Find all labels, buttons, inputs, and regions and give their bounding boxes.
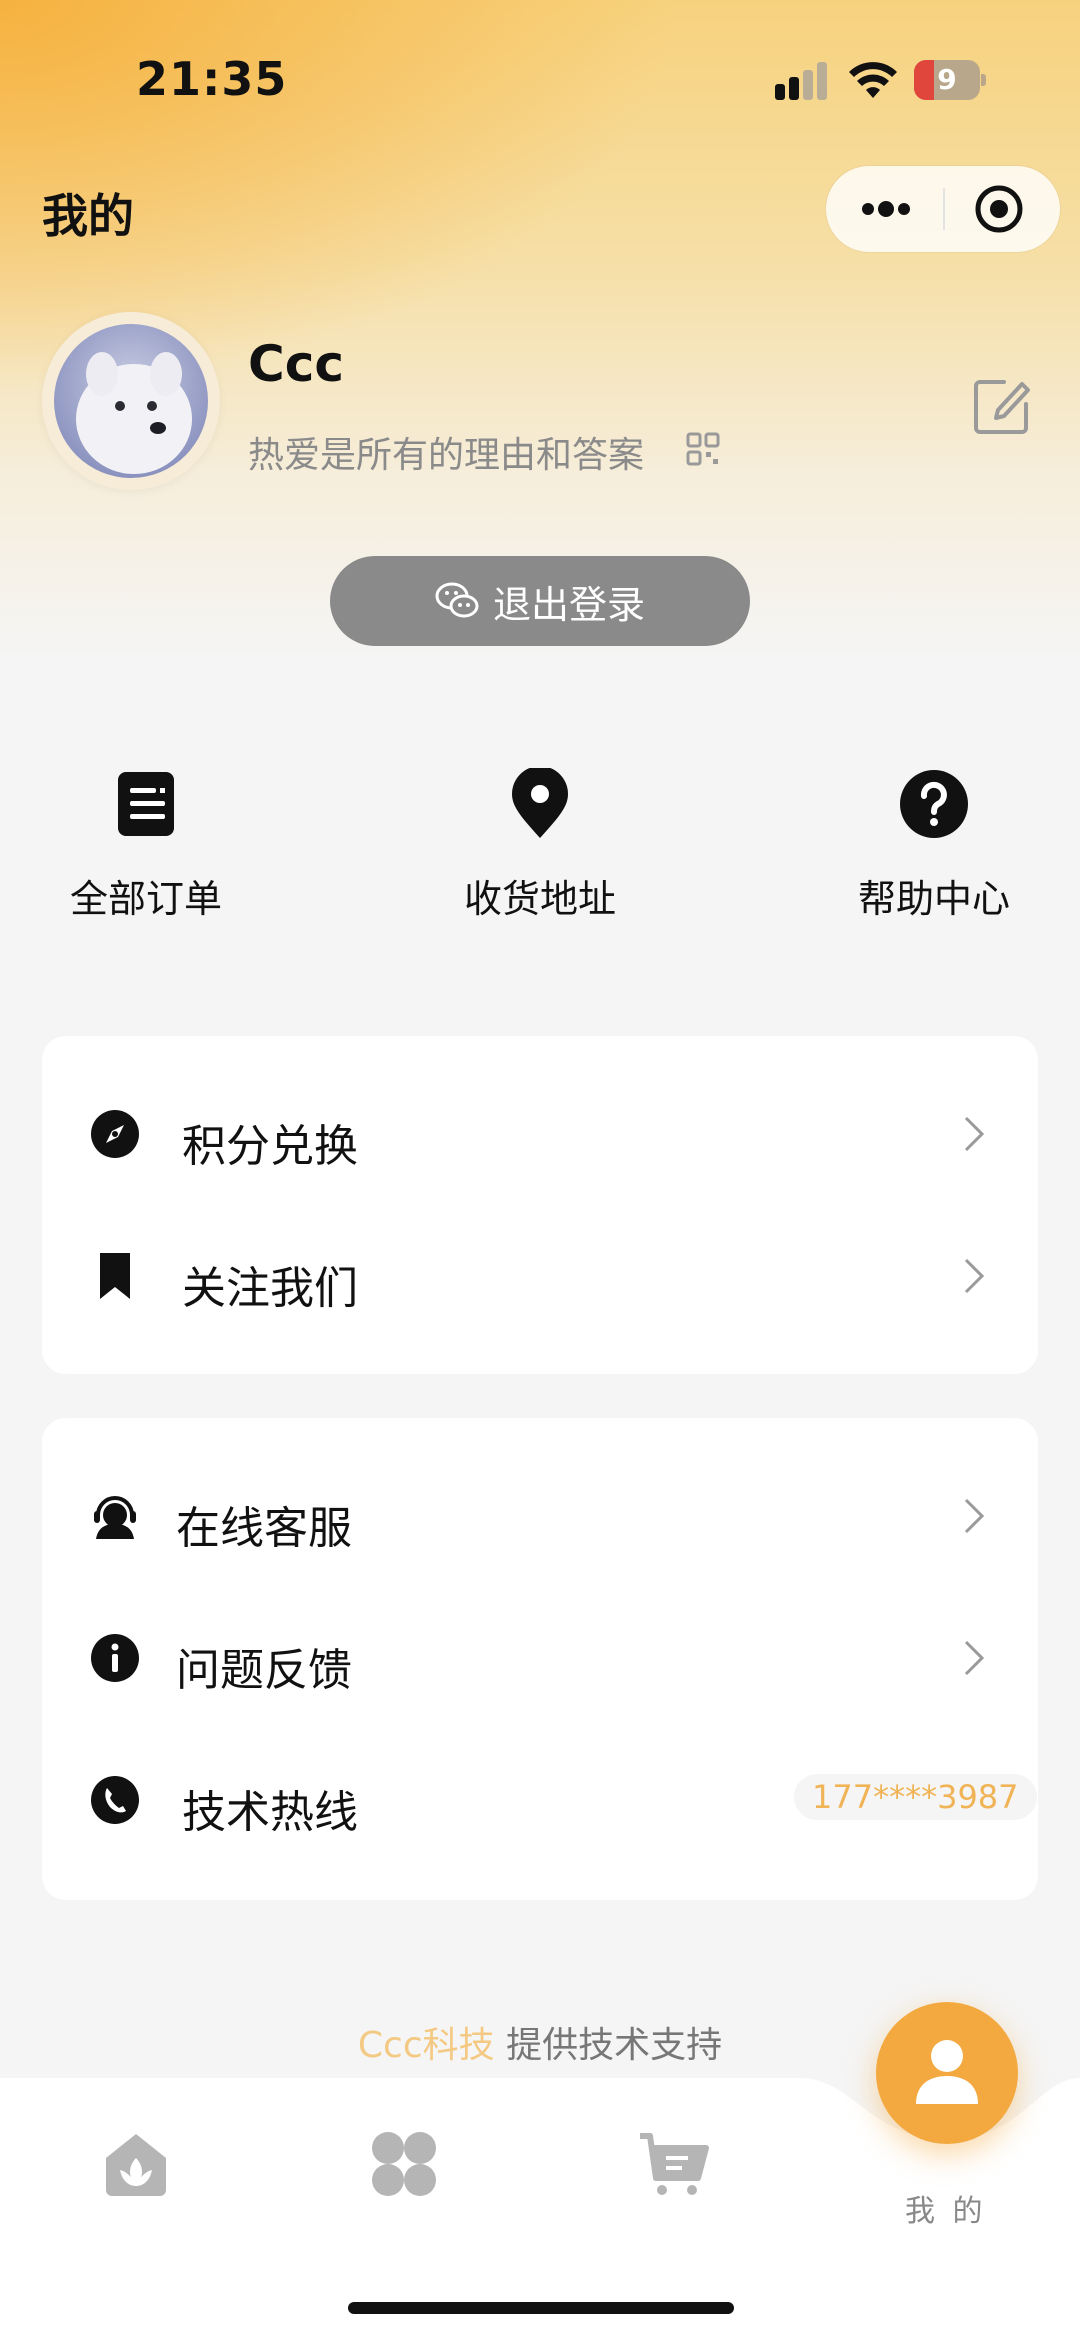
brand-name: Ccc科技 [357,2025,495,2066]
username: Ccc [248,335,344,393]
mini-program-capsule [826,166,1060,252]
quick-link-address[interactable]: 收货地址 [420,766,660,923]
quick-link-help[interactable]: 帮助中心 [814,768,1054,923]
location-pin-icon [512,766,568,838]
hotline-number[interactable]: 177****3987 [794,1774,1037,1820]
cart-icon[interactable] [638,2128,710,2200]
chevron-right-icon [964,1258,985,1294]
home-indicator [348,2302,734,2314]
bookmark-icon [100,1253,130,1299]
qr-code-icon[interactable] [686,432,720,466]
wifi-icon [849,62,897,98]
wechat-icon [435,582,479,618]
menu-item-label: 问题反馈 [176,1645,352,1696]
signal-icon [775,62,827,100]
logout-label: 退出登录 [492,582,645,627]
menu-card-1: 积分兑换 关注我们 [42,1036,1038,1374]
logout-button[interactable]: 退出登录 [330,556,750,646]
categories-icon[interactable] [368,2128,440,2200]
capsule-divider [943,188,945,230]
menu-item-online-service[interactable]: 在线客服 [42,1446,1038,1586]
compass-icon [91,1110,139,1158]
menu-card-2: 在线客服 问题反馈 技术热线 177****3987 [42,1418,1038,1900]
quick-link-label: 全部订单 [69,877,222,921]
edit-profile-icon[interactable] [970,374,1034,438]
status-time: 21:35 [136,52,288,106]
user-icon [916,2040,978,2104]
chevron-right-icon [964,1640,985,1676]
menu-item-label: 技术热线 [182,1787,358,1838]
battery-indicator: 9 [914,60,986,100]
customer-service-icon [94,1496,136,1539]
menu-item-label: 积分兑换 [182,1121,358,1172]
phone-icon [91,1776,139,1824]
chevron-right-icon [964,1116,985,1152]
support-text: 提供技术支持 [494,2025,723,2066]
info-icon [91,1634,139,1682]
menu-item-follow-us[interactable]: 关注我们 [42,1206,1038,1346]
quick-link-label: 收货地址 [463,877,616,921]
menu-item-label: 关注我们 [182,1263,358,1314]
chevron-right-icon [964,1498,985,1534]
home-icon[interactable] [100,2128,172,2200]
menu-item-label: 在线客服 [176,1503,352,1554]
menu-item-hotline[interactable]: 技术热线 177****3987 [42,1730,1038,1870]
order-list-icon [118,772,174,836]
help-icon [900,770,968,838]
signature: 热爱是所有的理由和答案 [248,435,645,476]
tab-mine-button[interactable] [876,2002,1018,2144]
battery-level: 9 [937,63,957,96]
page-title: 我的 [42,189,134,243]
close-target-icon[interactable] [972,182,1026,236]
more-icon[interactable] [856,182,916,236]
tab-mine-label[interactable]: 我 的 [905,2186,987,2230]
quick-link-label: 帮助中心 [857,877,1010,921]
avatar-image [54,324,208,478]
menu-item-feedback[interactable]: 问题反馈 [42,1588,1038,1728]
avatar[interactable] [42,312,220,490]
quick-link-orders[interactable]: 全部订单 [26,768,266,923]
menu-item-points-exchange[interactable]: 积分兑换 [42,1064,1038,1204]
